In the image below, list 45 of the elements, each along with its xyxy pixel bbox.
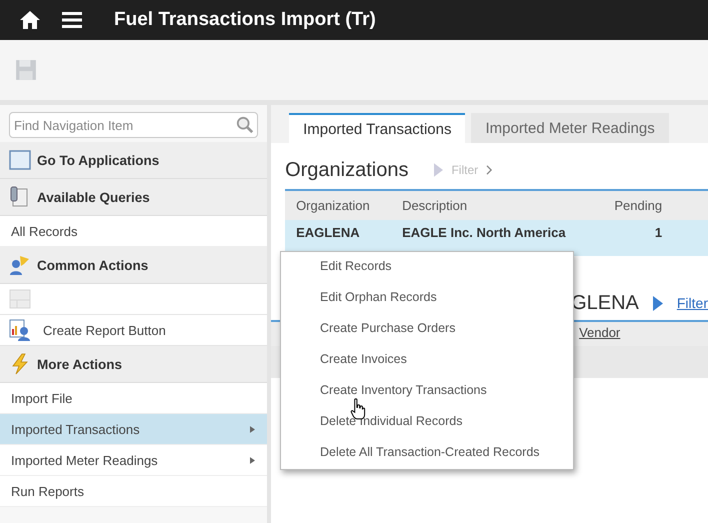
filter-link[interactable]: Filter: [676, 295, 708, 311]
column-header[interactable]: Organization: [285, 198, 402, 213]
submenu-arrow-icon: [250, 426, 256, 432]
section-label: Available Queries: [37, 190, 150, 204]
menu-item[interactable]: Delete All Transaction-Created Records: [281, 438, 573, 469]
menu-item[interactable]: Create Purchase Orders: [281, 314, 573, 345]
table-cell-text: EAGLENA: [295, 225, 361, 240]
nav-section-header[interactable]: Common Actions: [0, 247, 268, 284]
search-field[interactable]: Find Navigation Item: [9, 112, 258, 138]
section-label: Go To Applications: [37, 152, 160, 168]
menu-item[interactable]: Create Inventory Transactions: [281, 376, 573, 407]
column-header[interactable]: Pending: [582, 198, 662, 213]
search-icon[interactable]: [236, 116, 254, 134]
submenu-arrow-icon: [250, 456, 256, 464]
nav-section-header[interactable]: Go To Applications: [0, 142, 268, 179]
nav-section-header[interactable]: Available Queries: [0, 179, 268, 216]
people-icon: [9, 254, 31, 276]
section-label: More Actions: [37, 356, 122, 372]
column-header[interactable]: Description: [402, 198, 582, 213]
section-label: Common Actions: [37, 258, 148, 272]
page-title: Fuel Transactions Import (Tr): [114, 9, 376, 31]
play-icon[interactable]: [652, 296, 663, 310]
home-icon[interactable]: [18, 8, 42, 32]
nav-item[interactable]: Imported Meter Readings: [0, 445, 268, 476]
nav-section-header[interactable]: More Actions: [0, 346, 268, 383]
nav-item[interactable]: Run Reports: [0, 476, 268, 507]
table-cell-text: 1: [654, 225, 662, 240]
action-label: Create Report Button: [43, 322, 166, 338]
tab[interactable]: Imported Transactions: [289, 113, 466, 143]
chevron-icon[interactable]: [486, 165, 494, 175]
report-icon: [9, 319, 31, 341]
nav-item[interactable]: Imported Transactions: [0, 414, 268, 445]
tab[interactable]: Imported Meter Readings: [471, 113, 669, 143]
panel-title: Organizations: [285, 158, 408, 182]
table-cell-text: EAGLE Inc. North America: [402, 225, 567, 240]
nav-item[interactable]: All Records: [0, 216, 268, 247]
menu-item[interactable]: Edit Orphan Records: [281, 283, 573, 314]
menu-item[interactable]: Delete Individual Records: [281, 407, 573, 438]
table-row[interactable]: EAGLENA EAGLE Inc. North America 1: [285, 220, 708, 256]
nav-action[interactable]: Create Report Button: [0, 315, 268, 346]
column-header[interactable]: Vendor: [579, 325, 620, 340]
table-icon: [9, 288, 31, 310]
panel-title: GLENA: [571, 292, 639, 314]
nav-item[interactable]: Import File: [0, 383, 268, 414]
window-icon: [9, 149, 31, 171]
